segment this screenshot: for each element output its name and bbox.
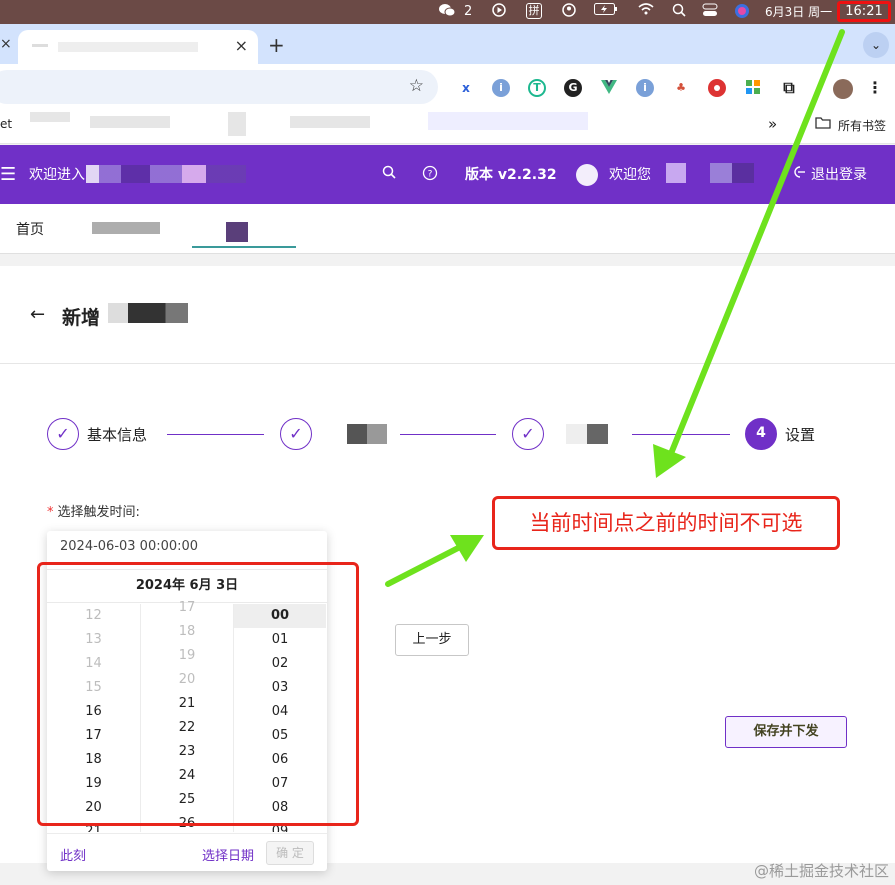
arrow-clock-to-note xyxy=(653,29,845,478)
arrow-note-to-picker xyxy=(385,535,484,587)
watermark: @稀土掘金技术社区 xyxy=(753,862,889,880)
annotation-arrows xyxy=(385,29,845,587)
annotation-note: 当前时间点之前的时间不可选 xyxy=(492,496,840,550)
